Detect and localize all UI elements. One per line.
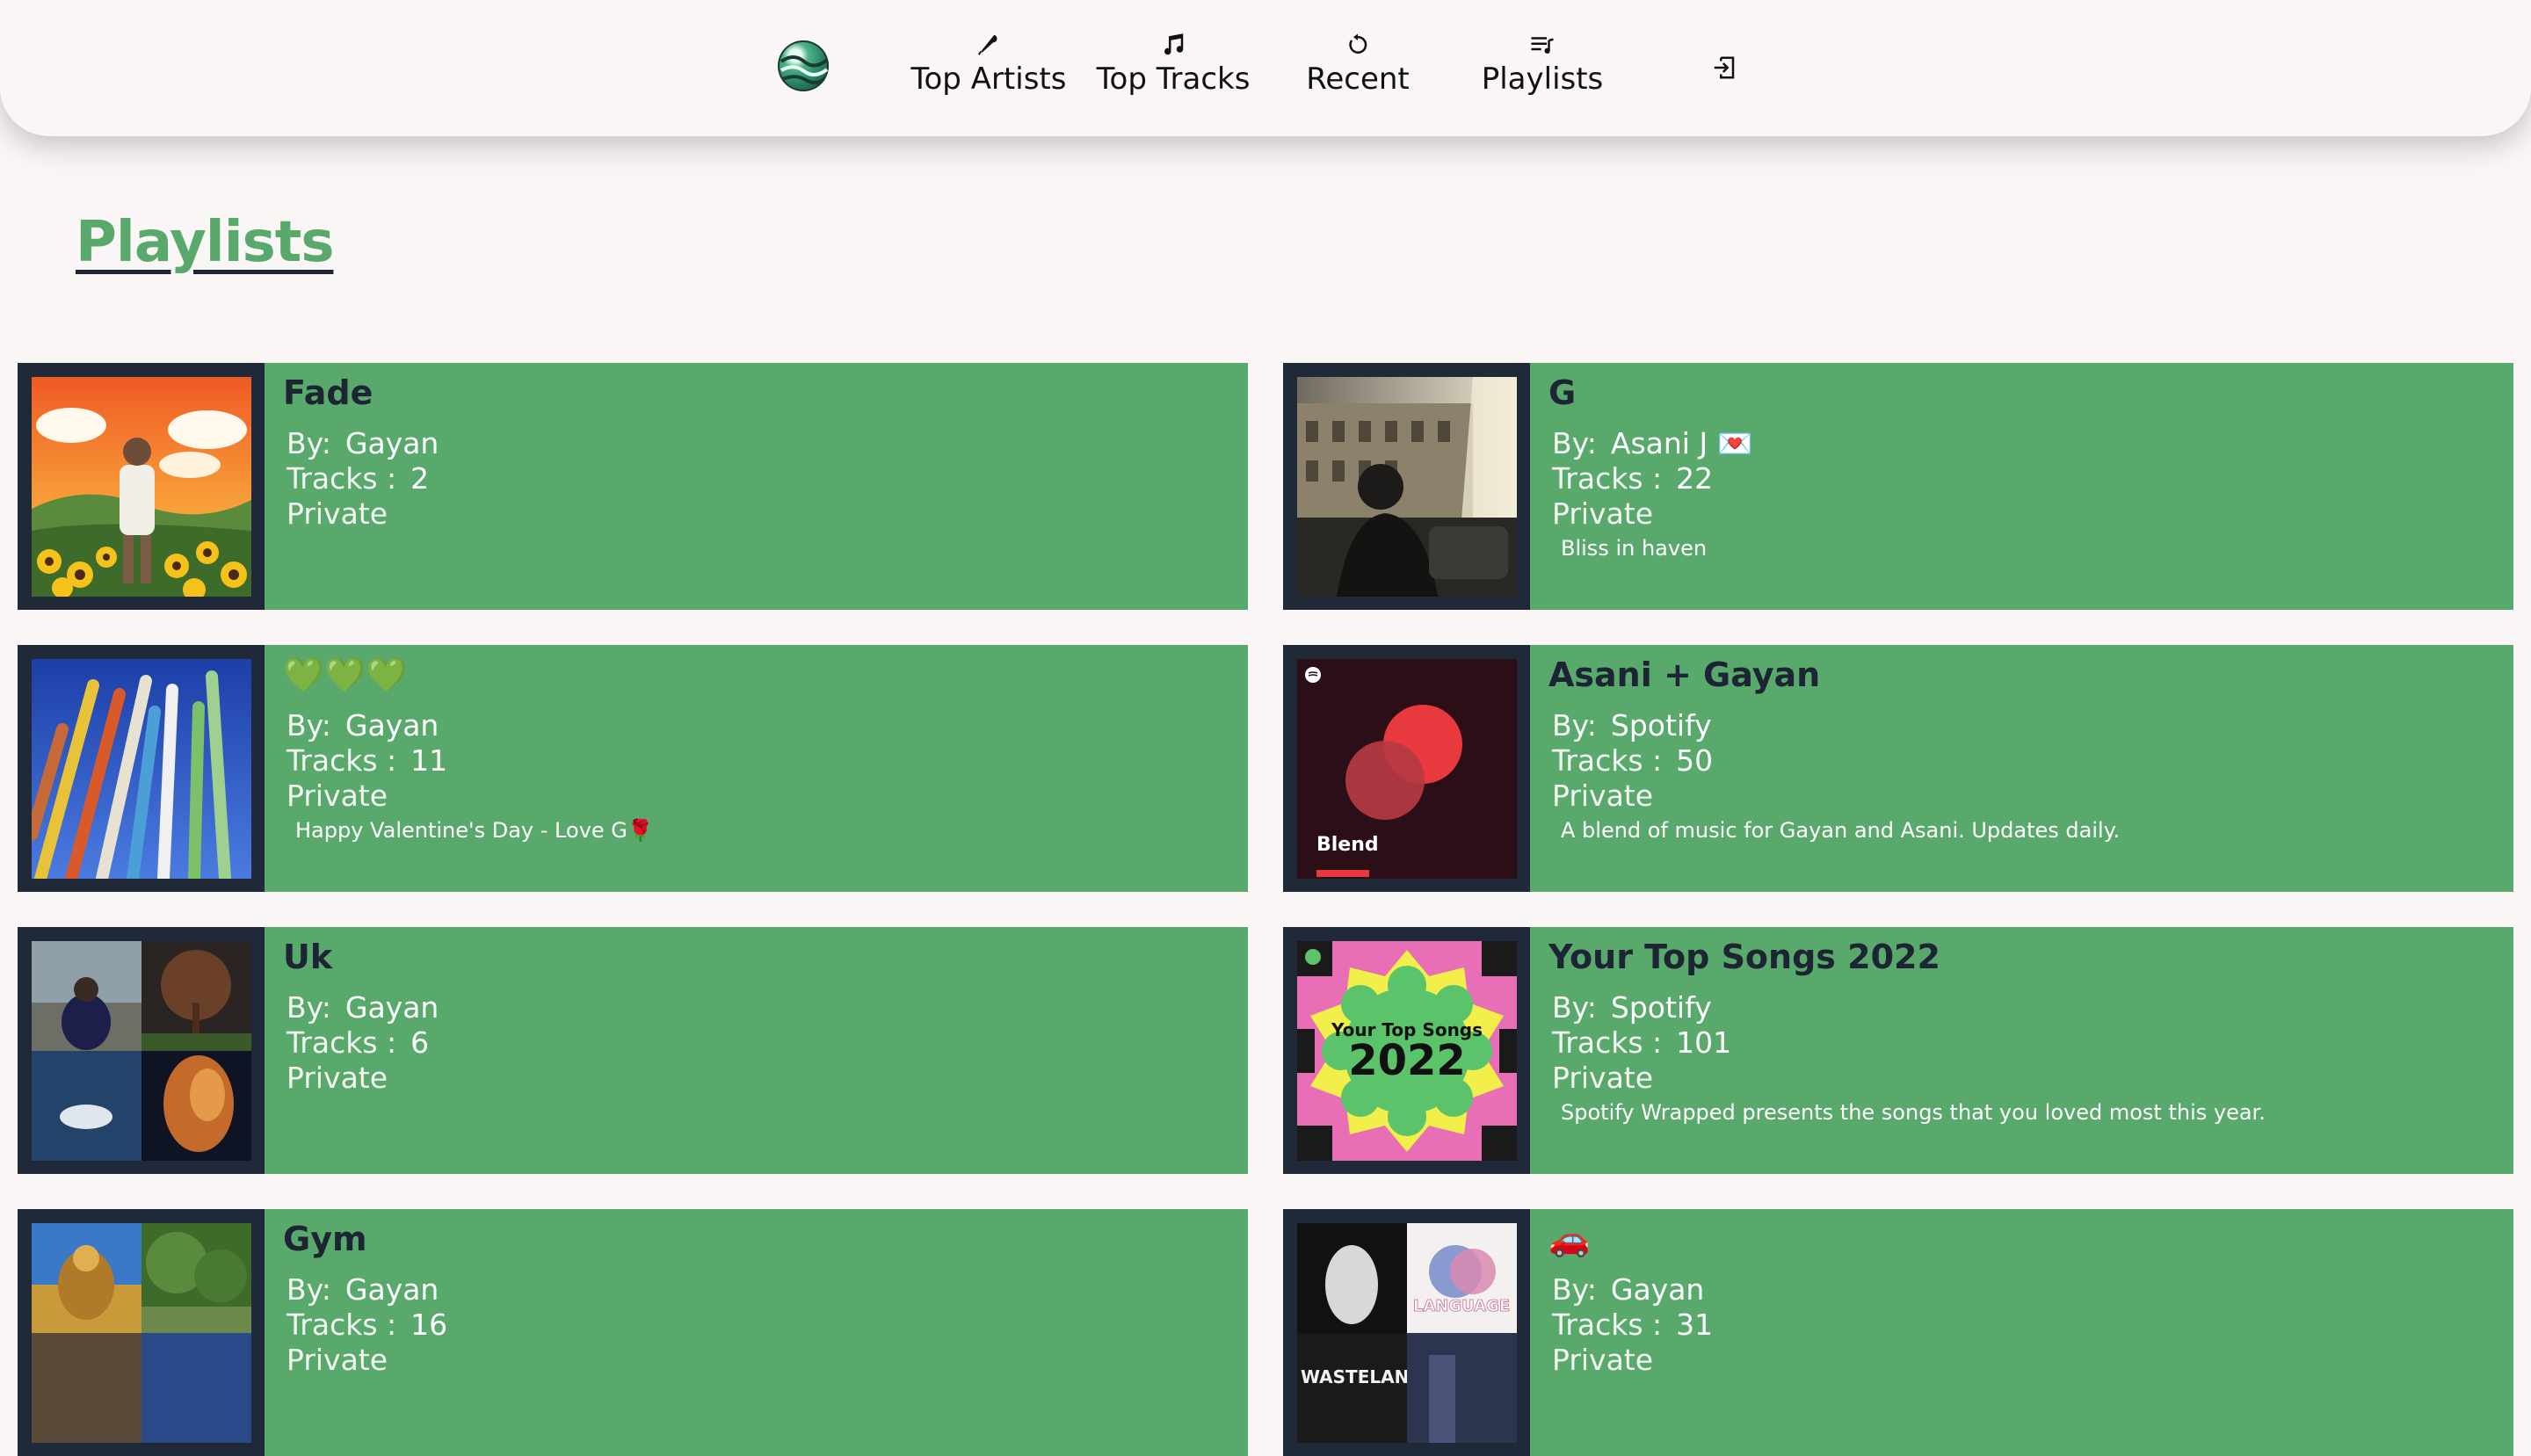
logout-icon xyxy=(1714,56,1735,79)
playlist-card[interactable]: 💚💚💚 By: Gayan Tracks : 11 Private Happy Va… xyxy=(18,645,1248,892)
playlist-name: Gym xyxy=(283,1220,367,1258)
tracks-label: Tracks : xyxy=(1552,1025,1663,1060)
top-navigation: Top Artists Top Tracks Recent Playlists xyxy=(0,0,2531,136)
tracks-label: Tracks : xyxy=(1552,1308,1663,1342)
playlist-track-count: 50 xyxy=(1676,743,1714,778)
playlist-description: Happy Valentine's Day - Love G🌹 xyxy=(295,818,654,843)
nav-top-artists[interactable]: Top Artists xyxy=(911,32,1066,102)
playlist-card[interactable]: Your Top Songs 2022 Your Top Songs 2022 … xyxy=(1283,927,2513,1174)
playlist-cover-image xyxy=(32,941,251,1161)
nav-top-tracks[interactable]: Top Tracks xyxy=(1096,32,1251,102)
playlist-name: Fade xyxy=(283,373,373,412)
playlist-track-count: 2 xyxy=(410,461,430,496)
playlist-visibility: Private xyxy=(286,779,388,813)
nav-recent[interactable]: Recent xyxy=(1287,32,1428,102)
playlist-cover-image xyxy=(32,659,251,879)
playlist-owner: Gayan xyxy=(344,426,439,460)
playlist-owner: Spotify xyxy=(1610,708,1712,742)
playlist-owner: Gayan xyxy=(1610,1272,1705,1307)
by-label: By: xyxy=(1552,708,1597,742)
playlist-cover-image xyxy=(32,377,251,597)
playlist-track-count: 6 xyxy=(410,1025,430,1060)
playlist-visibility: Private xyxy=(1552,779,1654,813)
playlist-owner: Gayan xyxy=(344,1272,439,1307)
tracks-label: Tracks : xyxy=(1552,743,1663,778)
playlist-visibility: Private xyxy=(1552,1061,1654,1095)
playlist-description: A blend of music for Gayan and Asani. Up… xyxy=(1561,818,2121,843)
app-logo-icon[interactable] xyxy=(778,40,829,91)
wrapped-year: 2022 xyxy=(1348,1036,1466,1085)
playlist-card[interactable]: Fade By: Gayan Tracks : 2 Private xyxy=(18,363,1248,610)
playlist-owner: Gayan xyxy=(344,990,439,1025)
page-title: Playlists xyxy=(76,210,334,275)
microphone-icon xyxy=(977,34,997,55)
tracks-label: Tracks : xyxy=(286,1025,397,1060)
playlist-name: Your Top Songs 2022 xyxy=(1548,938,1940,976)
language-cover-text: LANGUAGE xyxy=(1413,1297,1510,1315)
nav-label: Playlists xyxy=(1481,62,1604,97)
playlist-track-count: 11 xyxy=(410,743,448,778)
playlist-card[interactable]: Uk By: Gayan Tracks : 6 Private xyxy=(18,927,1248,1174)
playlist-track-count: 22 xyxy=(1676,461,1714,496)
music-note-icon xyxy=(1164,33,1184,55)
by-label: By: xyxy=(1552,1272,1597,1307)
playlist-owner: Spotify xyxy=(1610,990,1712,1025)
by-label: By: xyxy=(286,708,331,742)
by-label: By: xyxy=(286,990,331,1025)
playlist-track-count: 16 xyxy=(410,1308,448,1342)
playlist-visibility: Private xyxy=(1552,1343,1654,1377)
tracks-label: Tracks : xyxy=(286,461,397,496)
history-icon xyxy=(1349,33,1367,54)
blend-label: Blend xyxy=(1316,834,1379,856)
playlist-track-count: 31 xyxy=(1676,1308,1714,1342)
playlist-cover-image: LANGUAGE WASTELAND xyxy=(1297,1223,1517,1443)
playlist-cover-image xyxy=(1297,377,1517,597)
nav-label: Top Artists xyxy=(910,62,1067,97)
playlist-description: Spotify Wrapped presents the songs that … xyxy=(1561,1100,2266,1125)
wasteland-cover-text: WASTELAND xyxy=(1301,1366,1424,1387)
playlist-cover-image: Blend xyxy=(1297,659,1517,879)
by-label: By: xyxy=(286,1272,331,1307)
nav-playlists[interactable]: Playlists xyxy=(1476,32,1608,102)
by-label: By: xyxy=(1552,426,1597,460)
playlist-visibility: Private xyxy=(286,496,388,531)
tracks-label: Tracks : xyxy=(286,1308,397,1342)
playlist-icon xyxy=(1531,37,1554,54)
playlist-owner: Asani J 💌 xyxy=(1610,426,1753,460)
tracks-label: Tracks : xyxy=(1552,461,1663,496)
playlist-card[interactable]: Gym By: Gayan Tracks : 16 Private xyxy=(18,1209,1248,1456)
nav-label: Top Tracks xyxy=(1096,62,1251,97)
by-label: By: xyxy=(286,426,331,460)
nav-label: Recent xyxy=(1306,62,1410,97)
playlist-name: Asani + Gayan xyxy=(1548,656,1821,694)
logout-button[interactable] xyxy=(1711,54,1737,81)
playlist-name: Uk xyxy=(283,938,333,976)
playlist-visibility: Private xyxy=(286,1343,388,1377)
playlist-cover-image: Your Top Songs 2022 xyxy=(1297,941,1517,1161)
playlist-card[interactable]: LANGUAGE WASTELAND 🚗 By: Gayan Tracks : 31… xyxy=(1283,1209,2513,1456)
playlist-name: G xyxy=(1548,373,1577,412)
tracks-label: Tracks : xyxy=(286,743,397,778)
by-label: By: xyxy=(1552,990,1597,1025)
playlist-visibility: Private xyxy=(286,1061,388,1095)
playlist-card[interactable]: Blend Asani + Gayan By: Spotify Tracks : 5… xyxy=(1283,645,2513,892)
playlist-name: 💚💚💚 xyxy=(283,656,408,694)
playlist-card[interactable]: G By: Asani J 💌 Tracks : 22 Private Bliss … xyxy=(1283,363,2513,610)
playlist-description: Bliss in haven xyxy=(1561,536,1708,561)
playlist-visibility: Private xyxy=(1552,496,1654,531)
playlist-track-count: 101 xyxy=(1676,1025,1732,1060)
playlist-cover-image xyxy=(32,1223,251,1443)
playlist-owner: Gayan xyxy=(344,708,439,742)
playlist-name: 🚗 xyxy=(1548,1220,1591,1258)
